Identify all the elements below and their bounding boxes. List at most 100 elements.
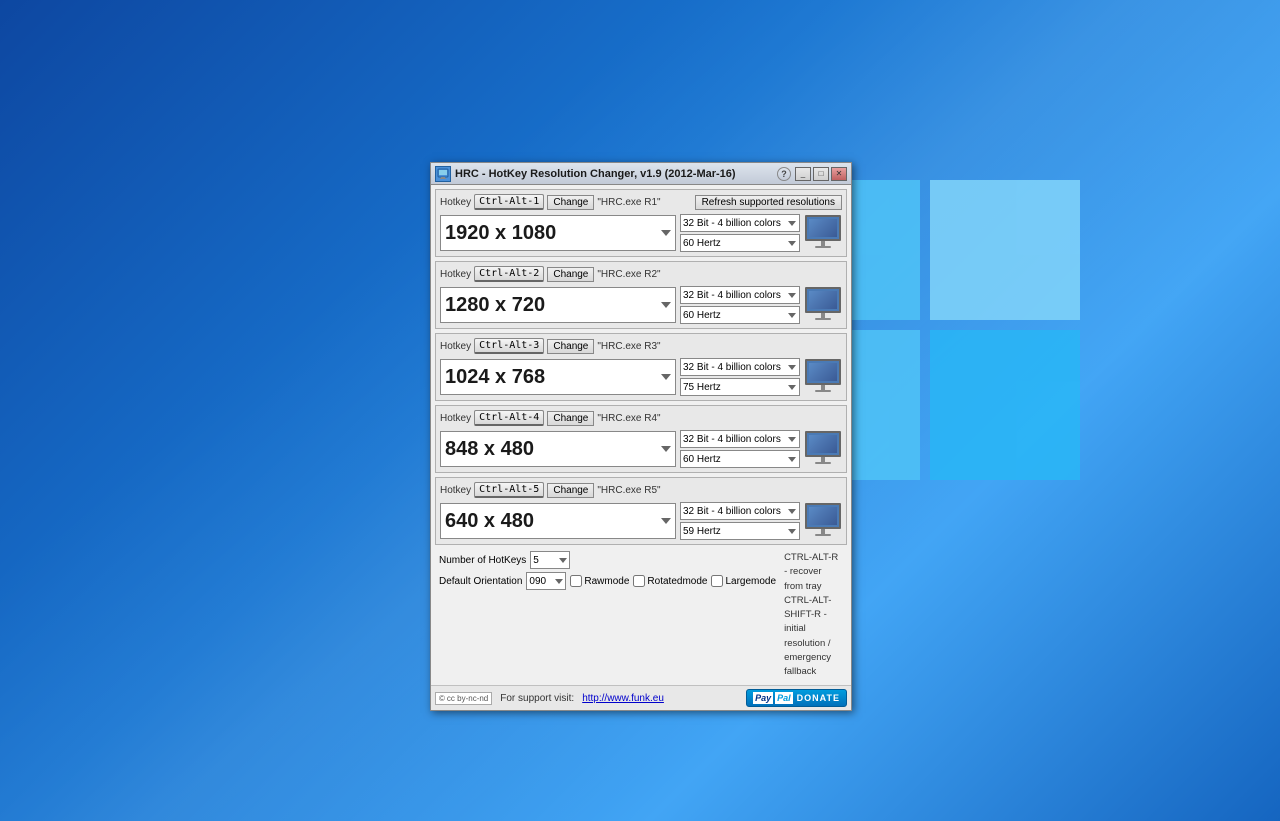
monitor-screen-4 (805, 431, 841, 457)
monitor-base-5 (815, 534, 831, 536)
freq-select-3[interactable]: 75 Hertz 60 Hertz (680, 378, 800, 396)
rotatedmode-label[interactable]: Rotatedmode (633, 575, 707, 587)
monitor-screen-2 (805, 287, 841, 313)
resolution-row-4: 848 x 480 1920 x 1080 1280 x 720 1024 x … (440, 430, 842, 468)
monitor-icon-2 (804, 287, 842, 323)
exe-label-5: "HRC.exe R5" (597, 485, 660, 496)
monitor-icon-3 (804, 359, 842, 395)
resolution-select-1[interactable]: 1920 x 1080 1280 x 720 1024 x 768 848 x … (440, 215, 676, 251)
hotkey-key-4: Ctrl-Alt-4 (474, 410, 544, 426)
color-freq-col-2: 32 Bit - 4 billion colors 16 Bit - 65536… (680, 286, 800, 324)
hotkey-label-1: Hotkey (440, 197, 471, 208)
window-title: HRC - HotKey Resolution Changer, v1.9 (2… (455, 168, 777, 180)
color-select-4[interactable]: 32 Bit - 4 billion colors 16 Bit - 65536… (680, 430, 800, 448)
close-button[interactable]: ✕ (831, 167, 847, 181)
color-freq-col-4: 32 Bit - 4 billion colors 16 Bit - 65536… (680, 430, 800, 468)
refresh-btn[interactable]: Refresh supported resolutions (695, 195, 842, 210)
support-text: For support visit: (500, 693, 574, 704)
orientation-label: Default Orientation (439, 576, 522, 587)
hotkey-label-3: Hotkey (440, 341, 471, 352)
minimize-button[interactable]: _ (795, 167, 811, 181)
resolution-select-2[interactable]: 1280 x 720 1920 x 1080 1024 x 768 848 x … (440, 287, 676, 323)
monitor-icon-1 (804, 215, 842, 251)
orientation-row: Default Orientation 090 000 180 270 Rawm… (439, 572, 776, 590)
exe-label-1: "HRC.exe R1" (597, 197, 660, 208)
title-bar: HRC - HotKey Resolution Changer, v1.9 (2… (431, 163, 851, 185)
rawmode-label[interactable]: Rawmode (570, 575, 629, 587)
num-hotkeys-row: Number of HotKeys 5 4 3 2 1 (439, 551, 776, 569)
change-btn-3[interactable]: Change (547, 339, 594, 354)
cc-badge: © cc by-nc-nd (435, 692, 492, 705)
rawmode-checkbox[interactable] (570, 575, 582, 587)
app-window: HRC - HotKey Resolution Changer, v1.9 (2… (430, 162, 852, 711)
shortcut-2: CTRL-ALT-SHIFT-R - initial resolution / … (784, 594, 843, 680)
monitor-base-1 (815, 246, 831, 248)
title-bar-buttons: ? _ □ ✕ (777, 167, 847, 181)
change-btn-2[interactable]: Change (547, 267, 594, 282)
hotkey-key-1: Ctrl-Alt-1 (474, 194, 544, 210)
change-btn-5[interactable]: Change (547, 483, 594, 498)
color-select-2[interactable]: 32 Bit - 4 billion colors 16 Bit - 65536… (680, 286, 800, 304)
freq-select-5[interactable]: 59 Hertz 60 Hertz 75 Hertz (680, 522, 800, 540)
rotatedmode-checkbox[interactable] (633, 575, 645, 587)
resolution-select-4[interactable]: 848 x 480 1920 x 1080 1280 x 720 1024 x … (440, 431, 676, 467)
monitor-icon-4 (804, 431, 842, 467)
orientation-select[interactable]: 090 000 180 270 (526, 572, 566, 590)
resolution-select-5[interactable]: 640 x 480 1920 x 1080 1280 x 720 1024 x … (440, 503, 676, 539)
color-select-3[interactable]: 32 Bit - 4 billion colors 16 Bit - 65536… (680, 358, 800, 376)
largemode-label[interactable]: Largemode (711, 575, 776, 587)
help-button[interactable]: ? (777, 167, 791, 181)
resolution-select-3[interactable]: 1024 x 768 1920 x 1080 1280 x 720 848 x … (440, 359, 676, 395)
hotkey-header-4: Hotkey Ctrl-Alt-4 Change "HRC.exe R4" (440, 410, 842, 426)
freq-select-1[interactable]: 60 Hertz 75 Hertz (680, 234, 800, 252)
color-freq-col-1: 32 Bit - 4 billion colors 16 Bit - 65536… (680, 214, 800, 252)
hotkey-section-5: Hotkey Ctrl-Alt-5 Change "HRC.exe R5" 64… (435, 477, 847, 545)
donate-label: DONATE (797, 693, 840, 703)
hotkey-label-4: Hotkey (440, 413, 471, 424)
monitor-screen-1 (805, 215, 841, 241)
resolution-row-1: 1920 x 1080 1280 x 720 1024 x 768 848 x … (440, 214, 842, 252)
exe-label-3: "HRC.exe R3" (597, 341, 660, 352)
monitor-base-3 (815, 390, 831, 392)
color-freq-col-3: 32 Bit - 4 billion colors 16 Bit - 65536… (680, 358, 800, 396)
resolution-row-2: 1280 x 720 1920 x 1080 1024 x 768 848 x … (440, 286, 842, 324)
win-pane-tr (930, 180, 1080, 320)
monitor-screen-3 (805, 359, 841, 385)
shortcut-info: CTRL-ALT-R - recover from tray CTRL-ALT-… (784, 551, 843, 679)
resolution-row-5: 640 x 480 1920 x 1080 1280 x 720 1024 x … (440, 502, 842, 540)
hotkey-section-1: Hotkey Ctrl-Alt-1 Change "HRC.exe R1" Re… (435, 189, 847, 257)
shortcut-1: CTRL-ALT-R - recover from tray (784, 551, 843, 594)
support-link[interactable]: http://www.funk.eu (582, 693, 664, 704)
color-select-5[interactable]: 32 Bit - 4 billion colors 16 Bit - 65536… (680, 502, 800, 520)
num-hotkeys-label: Number of HotKeys (439, 555, 526, 566)
hotkey-header-5: Hotkey Ctrl-Alt-5 Change "HRC.exe R5" (440, 482, 842, 498)
exe-label-2: "HRC.exe R2" (597, 269, 660, 280)
app-content: Hotkey Ctrl-Alt-1 Change "HRC.exe R1" Re… (431, 185, 851, 685)
hotkey-section-3: Hotkey Ctrl-Alt-3 Change "HRC.exe R3" 10… (435, 333, 847, 401)
exe-label-4: "HRC.exe R4" (597, 413, 660, 424)
cc-label: cc by-nc-nd (447, 694, 488, 703)
num-hotkeys-select[interactable]: 5 4 3 2 1 (530, 551, 570, 569)
maximize-button[interactable]: □ (813, 167, 829, 181)
monitor-base-4 (815, 462, 831, 464)
hotkey-label-2: Hotkey (440, 269, 471, 280)
change-btn-4[interactable]: Change (547, 411, 594, 426)
freq-select-2[interactable]: 60 Hertz 75 Hertz (680, 306, 800, 324)
hotkey-header-1: Hotkey Ctrl-Alt-1 Change "HRC.exe R1" Re… (440, 194, 842, 210)
resolution-row-3: 1024 x 768 1920 x 1080 1280 x 720 848 x … (440, 358, 842, 396)
monitor-base-2 (815, 318, 831, 320)
win-pane-br (930, 330, 1080, 480)
paypal-donate-button[interactable]: Pay Pal DONATE (746, 689, 847, 707)
monitor-screen-5 (805, 503, 841, 529)
color-select-1[interactable]: 32 Bit - 4 billion colors 16 Bit - 65536… (680, 214, 800, 232)
hotkey-header-2: Hotkey Ctrl-Alt-2 Change "HRC.exe R2" (440, 266, 842, 282)
color-freq-col-5: 32 Bit - 4 billion colors 16 Bit - 65536… (680, 502, 800, 540)
freq-select-4[interactable]: 60 Hertz 75 Hertz (680, 450, 800, 468)
hotkey-key-2: Ctrl-Alt-2 (474, 266, 544, 282)
largemode-checkbox[interactable] (711, 575, 723, 587)
monitor-icon-5 (804, 503, 842, 539)
change-btn-1[interactable]: Change (547, 195, 594, 210)
left-controls: Number of HotKeys 5 4 3 2 1 Default Orie… (439, 551, 776, 590)
hotkey-header-3: Hotkey Ctrl-Alt-3 Change "HRC.exe R3" (440, 338, 842, 354)
hotkey-section-2: Hotkey Ctrl-Alt-2 Change "HRC.exe R2" 12… (435, 261, 847, 329)
